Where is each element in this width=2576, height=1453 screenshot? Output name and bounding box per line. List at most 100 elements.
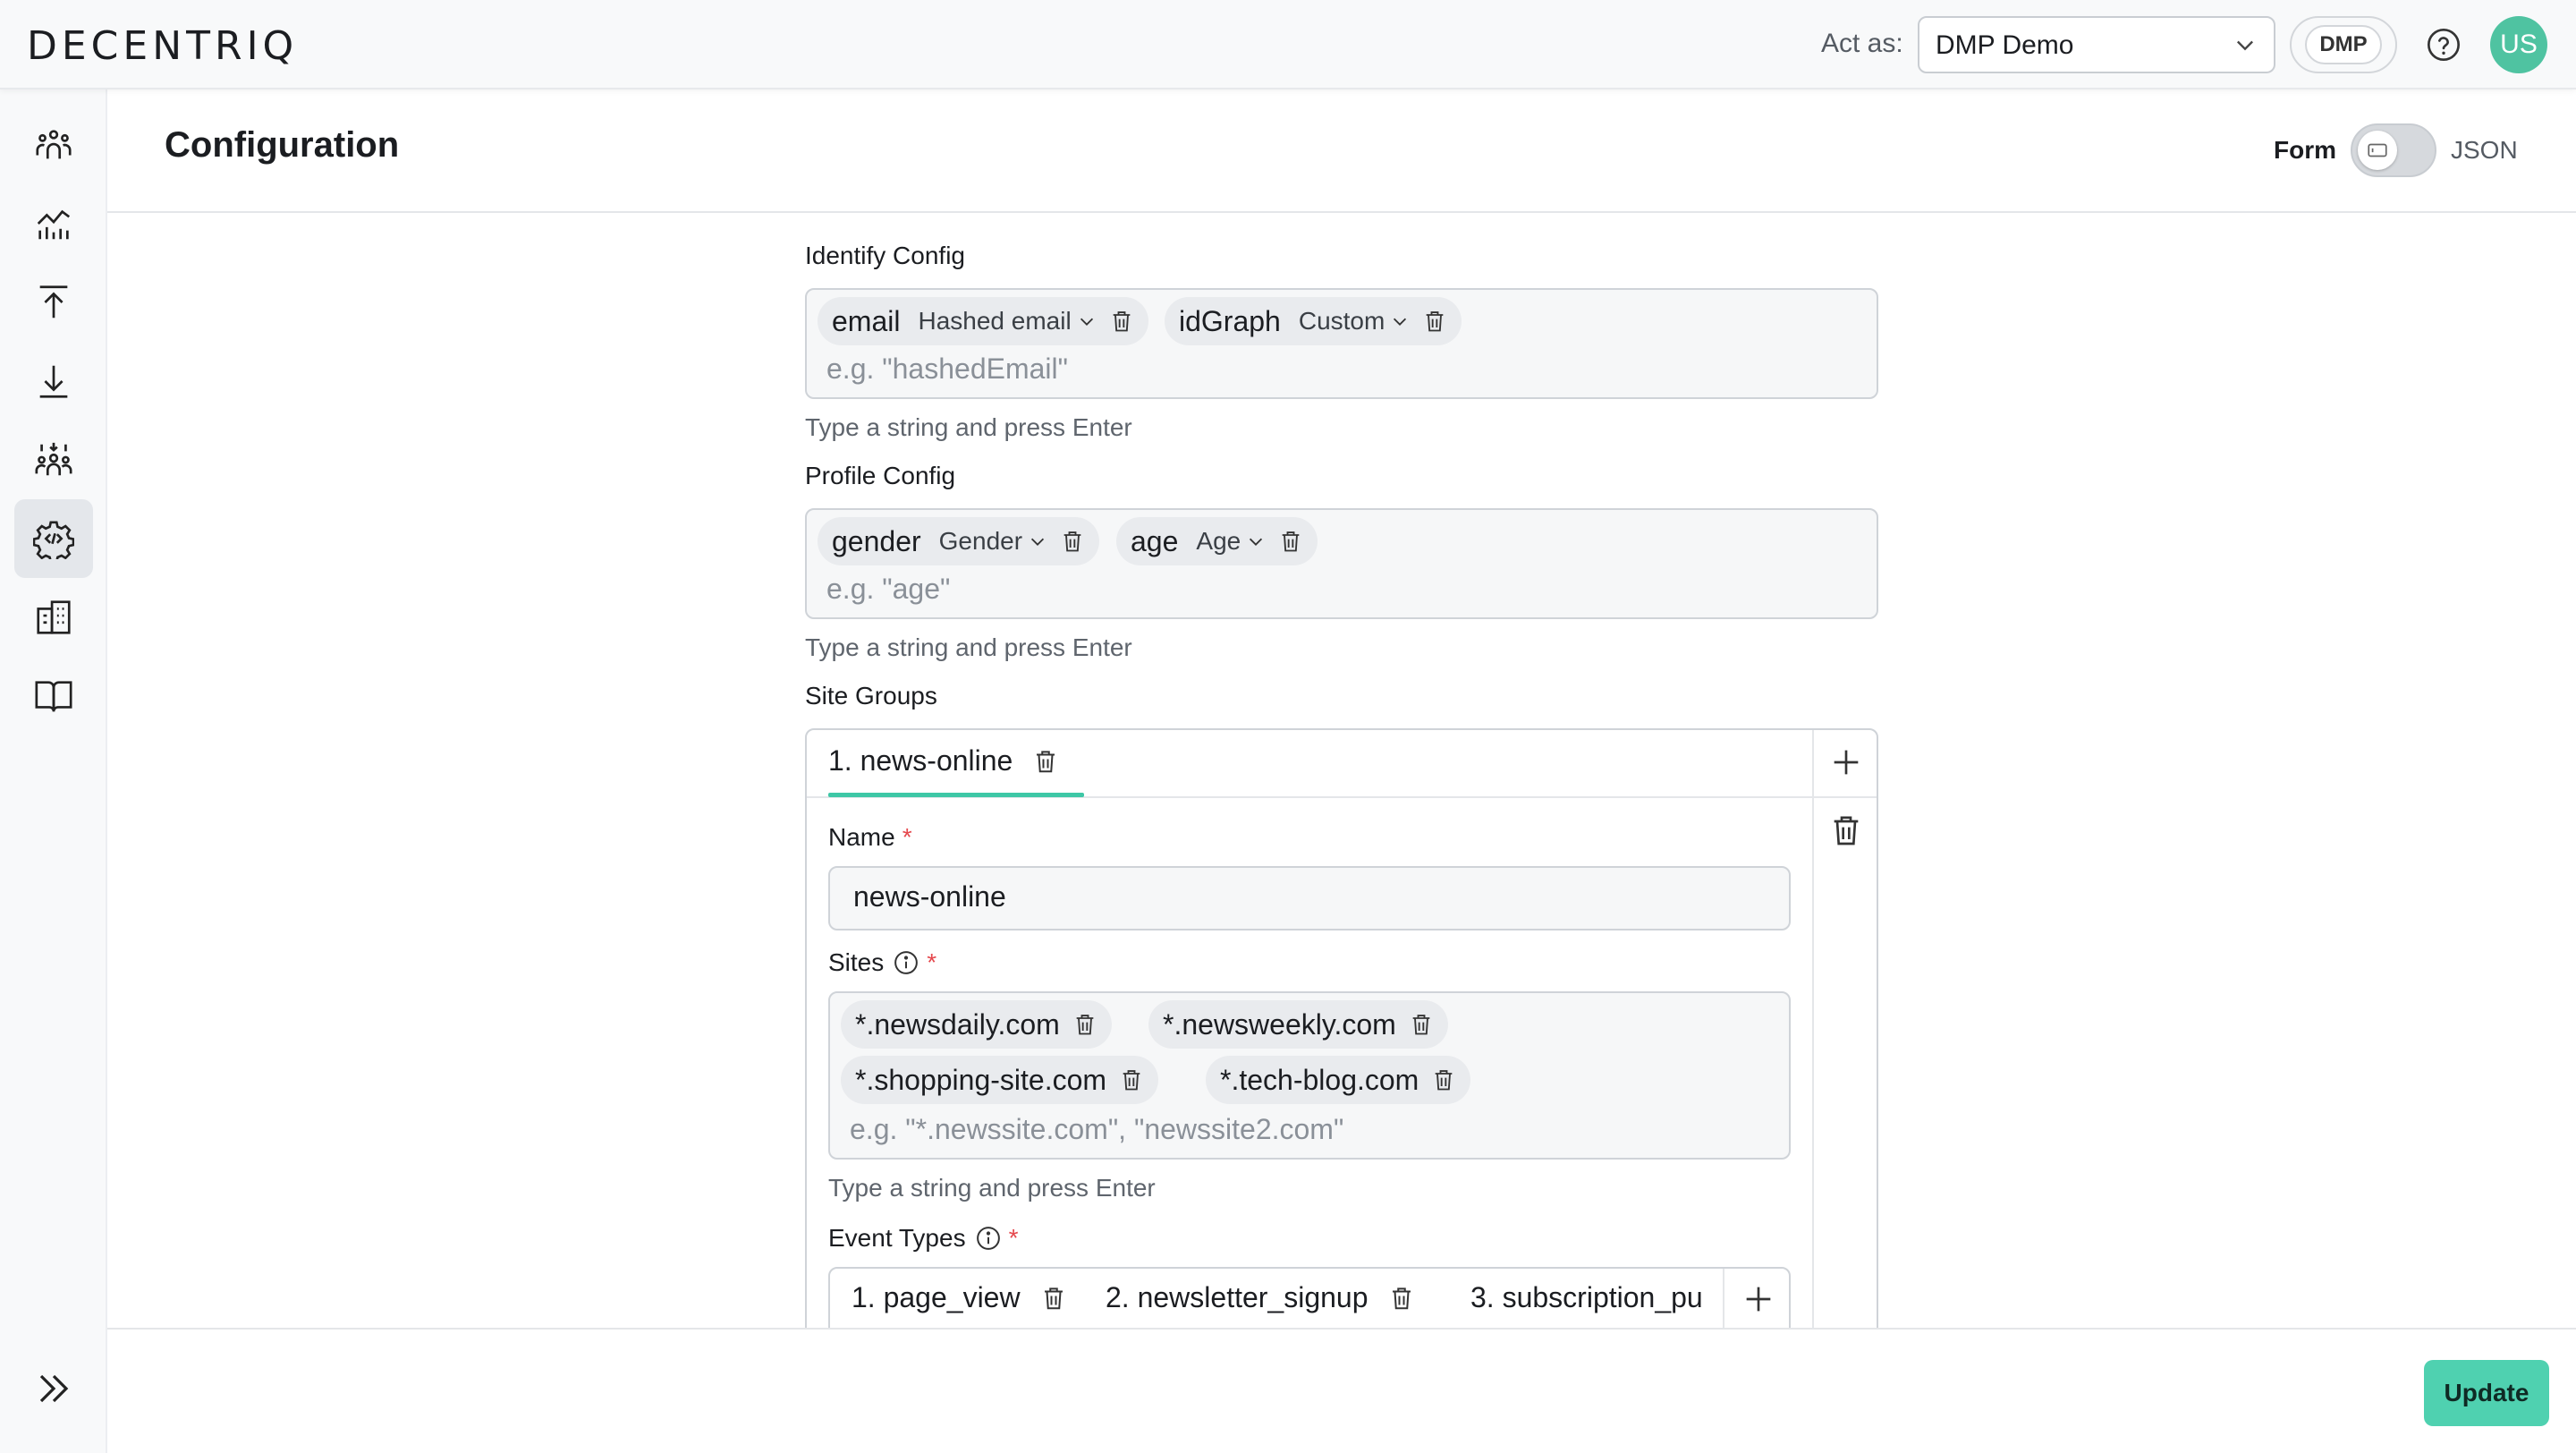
toggle-off-icon — [2368, 143, 2387, 157]
chevron-down-icon — [1250, 538, 1263, 546]
vertical-divider — [1723, 1269, 1724, 1328]
form-json-toggle[interactable] — [2351, 123, 2436, 177]
site-group-name-label: Name * — [828, 823, 912, 852]
chip-type-select[interactable]: Age — [1196, 527, 1266, 556]
chevron-down-icon — [1080, 318, 1093, 326]
tab-event-type-3[interactable]: 3. subscription_pu — [1470, 1281, 1723, 1314]
info-icon[interactable] — [975, 1225, 1002, 1252]
sidebar-item-audiences[interactable] — [14, 106, 93, 184]
update-button[interactable]: Update — [2424, 1360, 2549, 1426]
site-chip[interactable]: *.tech-blog.com — [1206, 1056, 1471, 1104]
trash-icon[interactable] — [1388, 1285, 1415, 1312]
chip-type-label: Hashed email — [918, 307, 1072, 335]
help-icon[interactable] — [2426, 27, 2462, 63]
main-content: Identify Config email Hashed email idGra… — [107, 215, 2576, 1328]
event-types-label: Event Types * — [828, 1224, 1018, 1253]
trash-icon[interactable] — [1119, 1067, 1144, 1092]
chip-type-select[interactable]: Hashed email — [918, 307, 1096, 336]
event-type-label: 3. subscription_pu — [1470, 1281, 1703, 1313]
collaboration-icon — [35, 442, 72, 476]
upload-icon — [39, 285, 68, 319]
trash-icon[interactable] — [1828, 812, 1864, 848]
documentation-book-icon — [35, 681, 72, 712]
site-groups-panel: 1. news-online Name * news-online Sites * … — [805, 728, 1878, 1328]
vertical-divider — [1812, 730, 1814, 1328]
required-asterisk: * — [902, 823, 912, 851]
download-icon — [39, 365, 68, 398]
add-icon[interactable] — [1741, 1281, 1776, 1317]
chip-name: idGraph — [1179, 304, 1281, 337]
event-type-label: 1. page_view — [852, 1281, 1021, 1313]
identify-config-input[interactable]: email Hashed email idGraph Custom e.g. "… — [805, 288, 1878, 399]
chip-type-select[interactable]: Gender — [939, 527, 1047, 556]
trash-icon[interactable] — [1072, 1012, 1097, 1037]
dmp-badge-label: DMP — [2305, 25, 2382, 64]
sites-placeholder: e.g. "*.newssite.com", "newssite2.com" — [850, 1113, 1344, 1145]
sidebar-item-documentation[interactable] — [14, 657, 93, 735]
double-chevron-right-icon[interactable] — [32, 1367, 75, 1410]
trash-icon[interactable] — [1409, 1012, 1434, 1037]
identify-config-hint: Type a string and press Enter — [805, 413, 1132, 441]
dmp-badge[interactable]: DMP — [2290, 16, 2397, 73]
tab-event-type-1[interactable]: 1. page_view — [852, 1281, 1067, 1314]
toggle-knob — [2358, 131, 2397, 170]
sidebar-item-download[interactable] — [14, 342, 93, 421]
site-chip[interactable]: *.shopping-site.com — [841, 1056, 1159, 1104]
chip-type-select[interactable]: Custom — [1299, 307, 1410, 336]
site-chip[interactable]: *.newsdaily.com — [841, 1000, 1112, 1049]
tab-event-type-2[interactable]: 2. newsletter_signup — [1106, 1281, 1415, 1314]
chip-type-label: Age — [1196, 527, 1241, 555]
identify-chip-email[interactable]: email Hashed email — [818, 297, 1148, 345]
user-avatar[interactable]: US — [2490, 16, 2547, 73]
profile-chip-gender[interactable]: gender Gender — [818, 517, 1100, 565]
profile-chip-age[interactable]: age Age — [1116, 517, 1318, 565]
site-groups-label: Site Groups — [805, 682, 937, 710]
sidebar-item-upload[interactable] — [14, 263, 93, 342]
event-types-panel: 1. page_view 2. newsletter_signup 3. sub… — [828, 1267, 1791, 1328]
trash-icon[interactable] — [1040, 1285, 1067, 1312]
mode-json-label[interactable]: JSON — [2451, 136, 2518, 165]
act-as-label: Act as: — [1821, 29, 1903, 58]
sidebar-item-configuration[interactable] — [14, 499, 93, 578]
profile-config-label: Profile Config — [805, 462, 956, 489]
identify-config-label: Identify Config — [805, 242, 965, 269]
profile-config-input[interactable]: gender Gender age Age e.g. "age" — [805, 508, 1878, 619]
act-as-value: DMP Demo — [1936, 30, 2074, 60]
trash-icon[interactable] — [1060, 529, 1085, 554]
app-logo[interactable]: DECENTRIQ — [27, 23, 298, 69]
trash-icon[interactable] — [1278, 529, 1303, 554]
sidebar-item-insights[interactable] — [14, 184, 93, 263]
trash-icon[interactable] — [1032, 748, 1059, 775]
add-icon[interactable] — [1828, 744, 1864, 780]
site-chip-label: *.tech-blog.com — [1220, 1063, 1419, 1096]
sidebar-item-collaboration[interactable] — [14, 421, 93, 499]
required-asterisk: * — [927, 948, 937, 976]
insights-chart-icon — [37, 209, 71, 240]
trash-icon[interactable] — [1422, 309, 1447, 334]
site-chip-label: *.newsweekly.com — [1163, 1007, 1396, 1041]
sites-input[interactable]: *.newsdaily.com *.newsweekly.com *.shopp… — [828, 991, 1791, 1160]
page-title: Configuration — [165, 125, 400, 165]
page-header: Configuration Form JSON — [107, 89, 2576, 213]
sidebar-item-organization[interactable] — [14, 578, 93, 657]
chip-name: age — [1131, 524, 1179, 557]
trash-icon[interactable] — [1431, 1067, 1456, 1092]
tab-site-group-1[interactable]: 1. news-online — [828, 744, 1059, 777]
top-bar: DECENTRIQ Act as: DMP Demo DMP US — [0, 0, 2576, 89]
site-chip[interactable]: *.newsweekly.com — [1148, 1000, 1448, 1049]
sidebar — [0, 89, 107, 1453]
site-chip-label: *.shopping-site.com — [855, 1063, 1107, 1096]
info-icon[interactable] — [893, 949, 919, 976]
mode-form-label[interactable]: Form — [2274, 136, 2336, 165]
event-type-label: 2. newsletter_signup — [1106, 1281, 1368, 1313]
chevron-down-icon — [1394, 318, 1407, 326]
site-group-name-input[interactable]: news-online — [828, 866, 1791, 930]
act-as-select[interactable]: DMP Demo — [1918, 16, 2275, 73]
site-groups-tabbar: 1. news-online — [807, 730, 1877, 798]
site-chip-label: *.newsdaily.com — [855, 1007, 1060, 1041]
chevron-down-icon — [1030, 538, 1045, 546]
trash-icon[interactable] — [1109, 309, 1134, 334]
identify-chip-idgraph[interactable]: idGraph Custom — [1165, 297, 1462, 345]
required-asterisk: * — [1008, 1224, 1019, 1252]
chevron-down-icon — [2237, 40, 2253, 51]
